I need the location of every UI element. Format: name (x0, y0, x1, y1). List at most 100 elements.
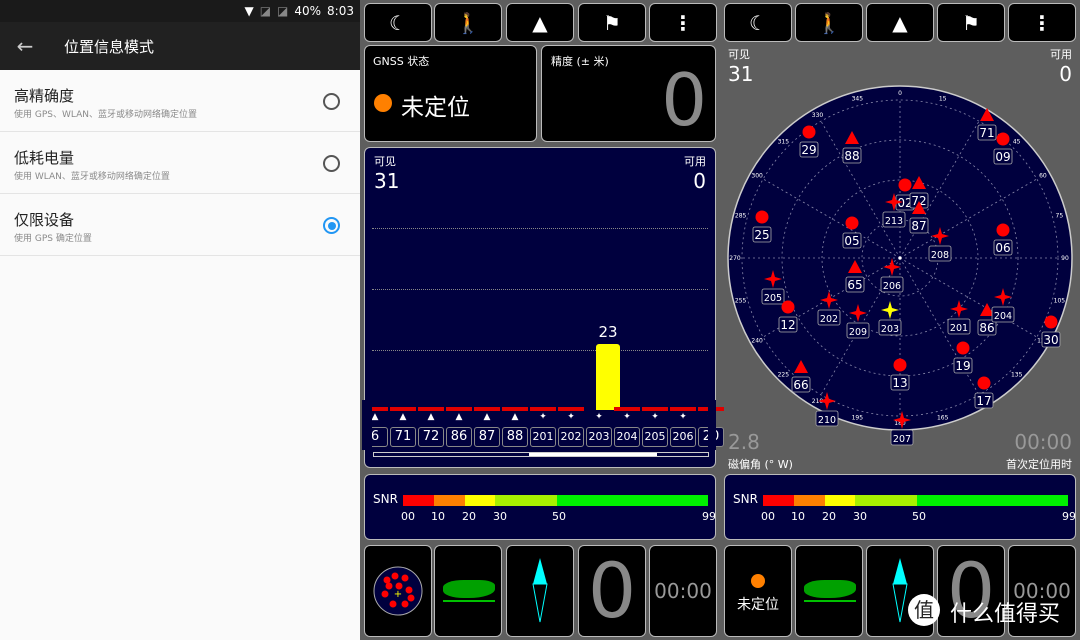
map-baseline (443, 600, 495, 602)
snr-tick: 30 (853, 510, 867, 523)
svg-text:+: + (394, 589, 402, 600)
satellite-id: 209 (849, 327, 867, 338)
satellite-id: 207 (893, 434, 911, 445)
toolbar-button-more-vert[interactable]: ⋮ (649, 3, 717, 42)
option-high-accuracy[interactable]: 高精确度 使用 GPS、WLAN、蓝牙或移动网络确定位置 (0, 70, 360, 132)
satellite-id: 88 (844, 149, 859, 163)
compass-tile[interactable] (506, 545, 574, 637)
satellite-id: 204 (994, 311, 1012, 322)
wifi-icon: ▼ (244, 4, 254, 18)
snr-tick: 50 (552, 510, 566, 523)
radio-button[interactable] (323, 155, 340, 172)
satellite-id: 86 (979, 321, 994, 335)
star-icon: ✦ (651, 412, 659, 422)
snr-tick: 00 (761, 510, 775, 523)
satellite-id: 29 (801, 143, 816, 157)
option-title: 低耗电量 (14, 149, 75, 167)
clip (708, 400, 716, 450)
snr-tick: 20 (822, 510, 836, 523)
radio-button-selected[interactable] (323, 217, 340, 234)
snr-color-segment (465, 495, 495, 506)
snr-label: SNR (733, 492, 758, 506)
used-label: 可用 (684, 155, 706, 168)
circle-icon (996, 132, 1010, 146)
gnss-status-tile[interactable]: GNSS 状态 未定位 (364, 45, 537, 142)
satellite-id: 09 (995, 150, 1010, 164)
world-map-tile[interactable] (795, 545, 863, 637)
battery-level: 40% (294, 4, 322, 18)
signal-bar-203 (596, 344, 620, 410)
radio-button[interactable] (323, 93, 340, 110)
sky-thumb-icon: + (373, 566, 423, 616)
grid-line (372, 350, 708, 351)
signal-bar-88 (502, 407, 528, 411)
satellite-id-cell: 87 (474, 427, 500, 447)
world-map-icon (804, 580, 856, 598)
toolbar-button-person-flag[interactable]: 🚶 (434, 3, 502, 42)
star-icon: ✦ (679, 412, 687, 422)
more-vert-icon: ⋮ (673, 10, 693, 35)
azimuth-label: 15 (939, 96, 947, 103)
ttff-label: 首次定位用时 (1006, 458, 1072, 471)
world-map-tile[interactable] (434, 545, 502, 637)
circle-icon (893, 358, 907, 372)
app-bar: ← 位置信息模式 (0, 22, 360, 70)
map-baseline (804, 600, 856, 602)
satellite-id: 203 (881, 324, 899, 335)
sky-plot[interactable]: 0154560759010512013516518019521022524025… (720, 80, 1080, 450)
accuracy-tile[interactable]: 精度 (± 米) 0 (541, 45, 716, 142)
toolbar-button-night-mode[interactable]: ☾ (364, 3, 432, 42)
flags-icon: ⚑ (603, 10, 621, 35)
azimuth-label: 270 (729, 255, 741, 262)
snr-tick: 10 (791, 510, 805, 523)
sky-thumbnail-tile[interactable]: + (364, 545, 432, 637)
satellite-id-cell: 71 (390, 427, 416, 447)
snr-tick: 20 (462, 510, 476, 523)
option-battery-saving[interactable]: 低耗电量 使用 WLAN、蓝牙或移动网络确定位置 (0, 132, 360, 194)
time-tile[interactable]: 00:00 (649, 545, 717, 637)
toolbar-button-flags[interactable]: ⚑ (937, 3, 1005, 42)
satellite-id-cell: 72 (418, 427, 444, 447)
circle-icon (996, 223, 1010, 237)
azimuth-label: 75 (1056, 212, 1064, 219)
visible-label: 可见 (728, 48, 750, 61)
used-label: 可用 (1050, 48, 1072, 61)
azimuth-label: 60 (1039, 173, 1047, 180)
speed-tile[interactable]: 0 (578, 545, 646, 637)
toolbar-button-person-flag[interactable]: 🚶 (795, 3, 863, 42)
star-icon: ✦ (567, 412, 575, 422)
azimuth-label: 330 (812, 112, 824, 119)
watermark-logo: 值 (908, 594, 940, 626)
navigation-arrow-icon: ▲ (892, 10, 908, 35)
arrow-left-icon[interactable]: ← (0, 34, 50, 58)
gnss-status-small-tile[interactable]: 未定位 (724, 545, 792, 637)
night-mode-icon: ☾ (389, 10, 407, 35)
azimuth-label: 255 (735, 298, 747, 305)
azimuth-label: 135 (1011, 372, 1023, 379)
accuracy-value: 0 (661, 58, 707, 142)
signal-bar-71 (390, 407, 416, 411)
ttff-value: 00:00 (1014, 430, 1072, 454)
toolbar-button-navigation-arrow[interactable]: ▲ (506, 3, 574, 42)
satellite-id-cell: 203 (586, 427, 612, 447)
toolbar-button-more-vert[interactable]: ⋮ (1008, 3, 1076, 42)
circle-icon (1044, 315, 1058, 329)
status-dot-icon (751, 574, 765, 588)
toolbar-button-night-mode[interactable]: ☾ (724, 3, 792, 42)
gnss-status: 未定位 (401, 95, 470, 121)
scrollbar-thumb[interactable] (529, 453, 657, 456)
snr-color-segment (794, 495, 825, 506)
satellite-id: 05 (844, 234, 859, 248)
toolbar-button-flags[interactable]: ⚑ (578, 3, 646, 42)
option-device-only[interactable]: 仅限设备 使用 GPS 确定位置 (0, 194, 360, 256)
horizontal-scrollbar[interactable] (373, 452, 709, 457)
used-count: 0 (693, 169, 706, 193)
azimuth-label: 45 (1013, 138, 1021, 145)
grid-line (372, 228, 708, 229)
snr-tick: 50 (912, 510, 926, 523)
watermark-text: 什么值得买 (950, 602, 1061, 627)
satellite-id: 213 (885, 216, 903, 227)
toolbar-button-navigation-arrow[interactable]: ▲ (866, 3, 934, 42)
satellite-id: 208 (931, 250, 949, 261)
azimuth-label: 285 (735, 212, 747, 219)
